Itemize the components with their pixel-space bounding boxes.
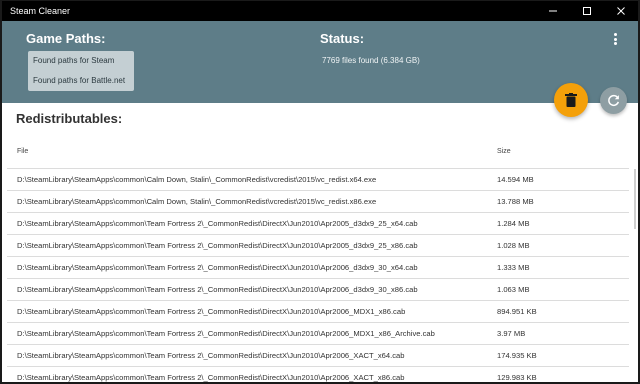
table-row[interactable]: D:\SteamLibrary\SteamApps\common\Team Fo… [7, 256, 629, 278]
redistributables-title: Redistributables: [16, 111, 123, 126]
redistributables-table: D:\SteamLibrary\SteamApps\common\Calm Do… [7, 168, 629, 382]
file-size: 3.97 MB [497, 329, 526, 338]
table-row[interactable]: D:\SteamLibrary\SteamApps\common\Calm Do… [7, 168, 629, 190]
file-size: 1.028 MB [497, 241, 530, 250]
file-path: D:\SteamLibrary\SteamApps\common\Team Fo… [17, 285, 418, 294]
maximize-icon [583, 7, 591, 15]
game-paths-title: Game Paths: [26, 31, 106, 46]
column-header-file[interactable]: File [17, 148, 28, 155]
minimize-button[interactable] [536, 1, 570, 21]
file-path: D:\SteamLibrary\SteamApps\common\Team Fo… [17, 307, 406, 316]
table-row[interactable]: D:\SteamLibrary\SteamApps\common\Team Fo… [7, 322, 629, 344]
file-path: D:\SteamLibrary\SteamApps\common\Team Fo… [17, 241, 418, 250]
path-item-battlenet[interactable]: Found paths for Battle.net [28, 71, 134, 91]
delete-button[interactable] [554, 83, 588, 117]
file-size: 1.333 MB [497, 263, 530, 272]
window-controls [536, 1, 638, 21]
minimize-icon [549, 10, 557, 12]
file-path: D:\SteamLibrary\SteamApps\common\Calm Do… [17, 197, 377, 206]
close-icon [617, 7, 625, 15]
file-size: 894.951 KB [497, 307, 537, 316]
file-size: 14.594 MB [497, 175, 534, 184]
file-path: D:\SteamLibrary\SteamApps\common\Team Fo… [17, 329, 435, 338]
file-size: 129.983 KB [497, 373, 537, 382]
refresh-icon [608, 94, 620, 106]
header-panel: Game Paths: Found paths for Steam Found … [2, 21, 638, 103]
column-header-size[interactable]: Size [497, 148, 511, 155]
file-path: D:\SteamLibrary\SteamApps\common\Team Fo… [17, 351, 405, 360]
path-item-steam[interactable]: Found paths for Steam [28, 51, 134, 71]
table-row[interactable]: D:\SteamLibrary\SteamApps\common\Team Fo… [7, 344, 629, 366]
refresh-button[interactable] [600, 87, 627, 114]
scrollbar[interactable] [634, 169, 636, 229]
table-row[interactable]: D:\SteamLibrary\SteamApps\common\Calm Do… [7, 190, 629, 212]
file-size: 1.063 MB [497, 285, 530, 294]
file-path: D:\SteamLibrary\SteamApps\common\Team Fo… [17, 219, 418, 228]
app-window: Steam Cleaner Game Paths: Found paths fo… [1, 0, 639, 383]
maximize-button[interactable] [570, 1, 604, 21]
table-row[interactable]: D:\SteamLibrary\SteamApps\common\Team Fo… [7, 212, 629, 234]
status-text: 7769 files found (6.384 GB) [322, 56, 420, 65]
file-size: 1.284 MB [497, 219, 530, 228]
table-row[interactable]: D:\SteamLibrary\SteamApps\common\Team Fo… [7, 278, 629, 300]
file-path: D:\SteamLibrary\SteamApps\common\Team Fo… [17, 263, 418, 272]
table-row[interactable]: D:\SteamLibrary\SteamApps\common\Team Fo… [7, 300, 629, 322]
close-button[interactable] [604, 1, 638, 21]
table-row[interactable]: D:\SteamLibrary\SteamApps\common\Team Fo… [7, 234, 629, 256]
file-path: D:\SteamLibrary\SteamApps\common\Calm Do… [17, 175, 377, 184]
file-size: 13.788 MB [497, 197, 534, 206]
window-title: Steam Cleaner [10, 6, 71, 16]
game-paths-list: Found paths for Steam Found paths for Ba… [28, 51, 134, 91]
status-title: Status: [320, 31, 365, 46]
title-bar: Steam Cleaner [2, 1, 638, 21]
table-row[interactable]: D:\SteamLibrary\SteamApps\common\Team Fo… [7, 366, 629, 382]
file-size: 174.935 KB [497, 351, 537, 360]
trash-icon [565, 93, 577, 107]
file-path: D:\SteamLibrary\SteamApps\common\Team Fo… [17, 373, 405, 382]
more-options-icon[interactable] [612, 33, 618, 47]
